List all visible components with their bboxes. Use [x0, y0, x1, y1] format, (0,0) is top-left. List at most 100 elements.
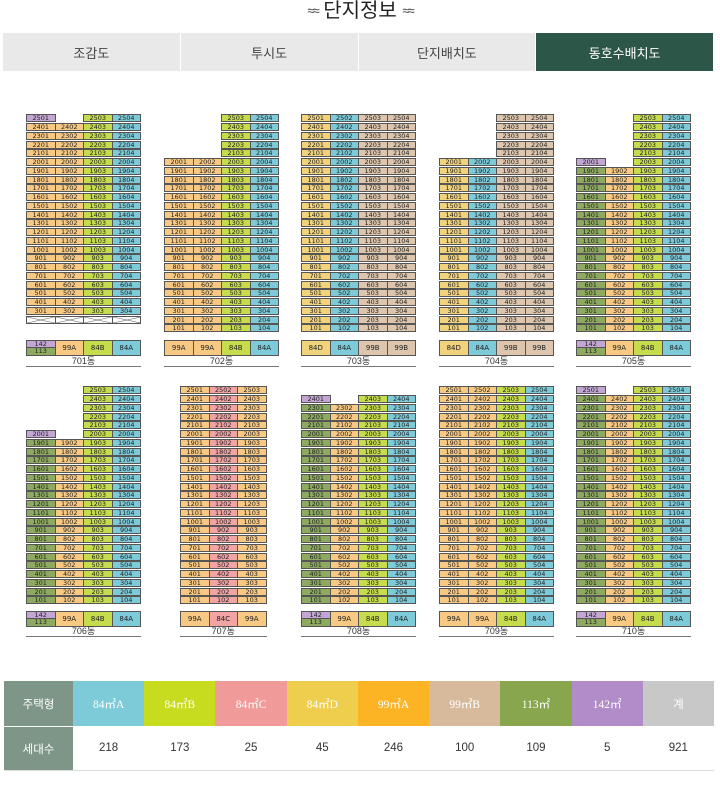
- unit-cell[interactable]: 2303: [633, 403, 663, 412]
- unit-cell[interactable]: 602: [604, 552, 634, 561]
- unit-cell[interactable]: 2401: [180, 395, 210, 403]
- unit-cell[interactable]: 601: [164, 280, 194, 289]
- unit-cell[interactable]: 1201: [26, 228, 56, 236]
- unit-cell[interactable]: 902: [208, 526, 238, 535]
- unit-cell[interactable]: 2303: [496, 403, 526, 412]
- unit-cell[interactable]: 201: [439, 587, 469, 596]
- unit-cell[interactable]: 2503: [83, 114, 113, 123]
- unit-cell[interactable]: 1901: [26, 438, 56, 447]
- unit-cell[interactable]: 1701: [164, 184, 194, 193]
- unit-cell[interactable]: 1604: [661, 193, 691, 201]
- unit-cell[interactable]: 503: [237, 561, 267, 570]
- unit-cell[interactable]: 101: [180, 596, 210, 605]
- unit-cell[interactable]: 1203: [237, 500, 267, 508]
- unit-cell[interactable]: 2002: [467, 430, 497, 438]
- unit-cell[interactable]: 101: [576, 596, 606, 605]
- unit-cell[interactable]: 2001: [26, 430, 56, 438]
- unit-cell[interactable]: 1404: [111, 482, 141, 491]
- unit-cell[interactable]: 1804: [111, 175, 141, 184]
- unit-cell[interactable]: 1804: [661, 175, 691, 184]
- unit-cell[interactable]: 804: [386, 263, 416, 271]
- unit-cell[interactable]: 1602: [192, 193, 222, 201]
- unit-cell[interactable]: 1903: [633, 166, 663, 175]
- unit-cell[interactable]: 603: [496, 280, 526, 289]
- unit-cell[interactable]: 404: [249, 298, 279, 306]
- unit-cell[interactable]: 2003: [221, 158, 251, 166]
- unit-cell[interactable]: 1704: [386, 184, 416, 193]
- unit-cell[interactable]: 102: [192, 324, 222, 333]
- unit-cell[interactable]: 802: [467, 535, 497, 543]
- unit-cell[interactable]: 1604: [661, 465, 691, 473]
- unit-cell[interactable]: 2103: [83, 149, 113, 158]
- unit-cell[interactable]: 1704: [386, 456, 416, 465]
- unit-cell[interactable]: 503: [496, 561, 526, 570]
- unit-cell[interactable]: 2104: [111, 421, 141, 430]
- unit-cell[interactable]: 503: [633, 289, 663, 298]
- unit-cell[interactable]: 203: [633, 587, 663, 596]
- unit-cell[interactable]: 503: [221, 289, 251, 298]
- unit-cell[interactable]: 1801: [301, 175, 331, 184]
- unit-cell[interactable]: 2304: [386, 131, 416, 140]
- unit-cell[interactable]: 501: [439, 561, 469, 570]
- unit-cell[interactable]: 1004: [386, 517, 416, 526]
- unit-cell[interactable]: 204: [386, 587, 416, 596]
- unit-cell[interactable]: 104: [524, 596, 554, 605]
- unit-cell[interactable]: 2403: [358, 123, 388, 131]
- unit-cell[interactable]: 801: [576, 263, 606, 271]
- unit-cell[interactable]: 501: [26, 561, 56, 570]
- unit-cell[interactable]: 2102: [329, 421, 359, 430]
- unit-cell[interactable]: 1301: [164, 219, 194, 228]
- unit-cell[interactable]: 604: [386, 280, 416, 289]
- unit-cell[interactable]: 2003: [358, 158, 388, 166]
- unit-cell[interactable]: 1503: [358, 201, 388, 210]
- unit-cell[interactable]: 1701: [301, 456, 331, 465]
- unit-cell[interactable]: 2003: [633, 158, 663, 166]
- unit-cell[interactable]: 1002: [467, 245, 497, 254]
- unit-cell[interactable]: 501: [576, 561, 606, 570]
- unit-cell[interactable]: 1804: [524, 447, 554, 456]
- unit-cell[interactable]: 2403: [83, 395, 113, 403]
- unit-cell[interactable]: 804: [524, 263, 554, 271]
- unit-cell[interactable]: 802: [604, 263, 634, 271]
- unit-cell[interactable]: 1703: [496, 456, 526, 465]
- unit-cell[interactable]: 1701: [439, 184, 469, 193]
- unit-cell[interactable]: 2203: [633, 140, 663, 149]
- unit-cell[interactable]: 403: [358, 298, 388, 306]
- unit-cell[interactable]: 1704: [524, 184, 554, 193]
- unit-cell[interactable]: 303: [83, 578, 113, 587]
- unit-cell[interactable]: 1101: [26, 236, 56, 245]
- unit-cell[interactable]: 902: [54, 254, 84, 263]
- unit-cell[interactable]: 1303: [221, 219, 251, 228]
- unit-cell[interactable]: 401: [301, 298, 331, 306]
- unit-cell[interactable]: 1201: [301, 228, 331, 236]
- unit-cell[interactable]: 1403: [358, 482, 388, 491]
- unit-cell[interactable]: 1501: [180, 473, 210, 482]
- unit-cell[interactable]: 2104: [249, 149, 279, 158]
- unit-cell[interactable]: 101: [439, 324, 469, 333]
- unit-cell[interactable]: 201: [576, 315, 606, 324]
- unit-cell[interactable]: 302: [329, 306, 359, 315]
- unit-cell[interactable]: 701: [439, 271, 469, 280]
- unit-cell[interactable]: 102: [329, 324, 359, 333]
- unit-cell[interactable]: 1303: [358, 491, 388, 500]
- unit-cell[interactable]: 1503: [496, 473, 526, 482]
- unit-cell[interactable]: 1904: [524, 438, 554, 447]
- unit-cell[interactable]: 1601: [26, 193, 56, 201]
- unit-cell[interactable]: 1803: [633, 447, 663, 456]
- unit-cell[interactable]: 402: [329, 570, 359, 578]
- unit-cell[interactable]: 401: [439, 570, 469, 578]
- unit-cell[interactable]: 103: [221, 324, 251, 333]
- unit-cell[interactable]: 102: [467, 596, 497, 605]
- unit-cell[interactable]: 1701: [576, 184, 606, 193]
- unit-cell[interactable]: 601: [26, 552, 56, 561]
- unit-cell[interactable]: 1504: [111, 201, 141, 210]
- unit-cell[interactable]: 1904: [111, 438, 141, 447]
- unit-cell[interactable]: 2201: [26, 140, 56, 149]
- unit-cell[interactable]: 1702: [208, 456, 238, 465]
- unit-cell[interactable]: 1302: [54, 491, 84, 500]
- unit-cell[interactable]: 702: [604, 543, 634, 552]
- unit-cell[interactable]: 404: [661, 570, 691, 578]
- unit-cell[interactable]: 2302: [329, 403, 359, 412]
- unit-cell[interactable]: 2201: [301, 140, 331, 149]
- unit-cell[interactable]: 104: [524, 324, 554, 333]
